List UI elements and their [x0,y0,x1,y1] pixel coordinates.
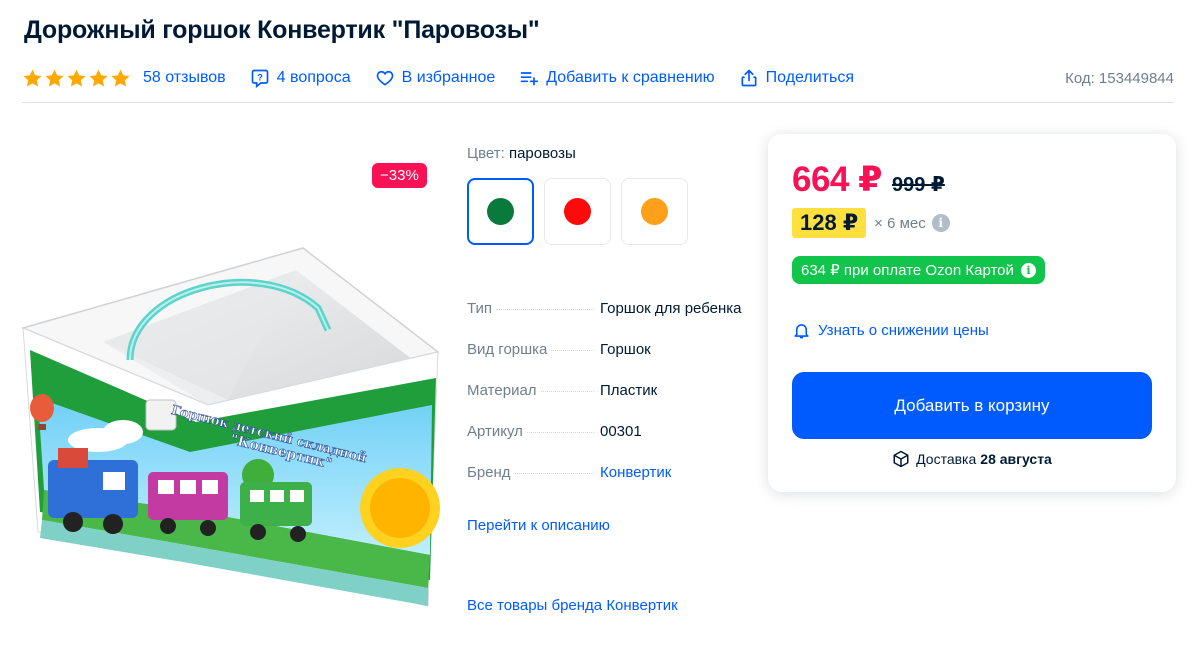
ozon-card-price-badge[interactable]: 634 ₽ при оплате Ozon Картой i [792,256,1045,284]
old-price: 999 ₽ [891,174,945,196]
rating-stars[interactable] [22,68,131,89]
box-icon [893,450,909,468]
go-to-description-link[interactable]: Перейти к описанию [467,517,610,534]
spec-key: Вид горшка [467,341,548,358]
bell-icon [794,324,809,339]
color-dot [487,198,514,225]
favorite-label: В избранное [401,69,496,86]
ozon-card-price: 634 ₽ при оплате Ozon Картой [801,262,1014,279]
color-swatch-green[interactable] [467,178,534,245]
delivery-date: 28 августа [980,451,1052,467]
spec-value: 00301 [600,423,642,440]
spec-row: Артикул 00301 [467,423,757,464]
spec-value: Горшок для ребенка [600,300,742,317]
question-bubble-icon: ? [251,69,269,88]
share-label: Поделиться [765,69,854,86]
spec-key: Бренд [467,464,511,481]
share-icon [741,69,757,87]
star-icon [23,69,42,87]
notify-label: Узнать о снижении цены [818,322,989,339]
star-icon [111,69,130,87]
star-icon [45,69,64,87]
buy-card: 664 ₽ 999 ₽ 128 ₽ × 6 мес i 634 ₽ при оп… [768,134,1176,492]
add-to-cart-button[interactable]: Добавить в корзину [792,372,1152,439]
spec-key: Материал [467,382,537,399]
price-drop-notify-link[interactable]: Узнать о снижении цены [792,321,989,340]
installment-term: × 6 мес [874,214,926,232]
product-meta-row: 58 отзывов ? 4 вопроса В избранное Добав… [22,64,1174,92]
leader-dots [496,309,594,310]
questions-link[interactable]: ? 4 вопроса [250,68,351,88]
current-price: 664 ₽ [792,160,882,199]
spec-row: Вид горшка Горшок [467,341,757,382]
spec-key: Артикул [467,423,523,440]
spec-row: Материал Пластик [467,382,757,423]
spec-row: Бренд Конвертик [467,464,757,505]
color-swatch-red[interactable] [544,178,611,245]
delivery-label: Доставка [916,451,977,467]
leader-dots [514,473,594,474]
svg-text:?: ? [257,73,263,83]
header-divider [22,102,1174,103]
spec-row: Тип Горшок для ребенка [467,300,757,341]
spec-value: Пластик [600,382,658,399]
favorite-link[interactable]: В избранное [375,68,496,88]
leader-dots [526,432,594,433]
leader-dots [540,391,594,392]
compare-list-icon [520,72,539,86]
product-image[interactable]: Горшок детский складной "Конвертик" [18,160,448,640]
spec-key: Тип [467,300,493,317]
product-code: Код: 153449844 [1065,69,1174,87]
star-icon [67,69,86,87]
color-dot [564,198,591,225]
product-title: Дорожный горшок Конвертик "Паровозы" [24,16,540,44]
star-icon [89,69,108,87]
share-link[interactable]: Поделиться [739,68,854,88]
compare-label: Добавить к сравнению [546,69,715,86]
info-icon[interactable]: i [931,214,950,232]
color-dot [641,198,668,225]
installment-row[interactable]: 128 ₽ × 6 мес i [792,208,950,238]
spec-value: Горшок [600,341,651,358]
installment-amount: 128 ₽ [792,208,867,238]
color-label-value: паровозы [508,145,576,162]
delivery-info: Доставка 28 августа [768,450,1176,468]
discount-badge: −33% [372,163,427,188]
color-swatch-orange[interactable] [621,178,688,245]
all-brand-products-link[interactable]: Все товары бренда Конвертик [467,597,678,614]
color-label: Цвет: паровозы [467,145,576,162]
leader-dots [551,350,594,351]
color-label-key: Цвет: [467,145,505,162]
reviews-link[interactable]: 58 отзывов [143,69,226,87]
specs-list: Тип Горшок для ребенка Вид горшка Горшок… [467,300,757,505]
compare-link[interactable]: Добавить к сравнению [519,68,715,88]
brand-link-value[interactable]: Конвертик [600,464,671,481]
info-icon: i [1020,262,1036,278]
questions-label: 4 вопроса [276,69,351,86]
price-row: 664 ₽ 999 ₽ [792,160,945,200]
heart-icon [376,70,393,86]
color-swatches [467,178,688,245]
